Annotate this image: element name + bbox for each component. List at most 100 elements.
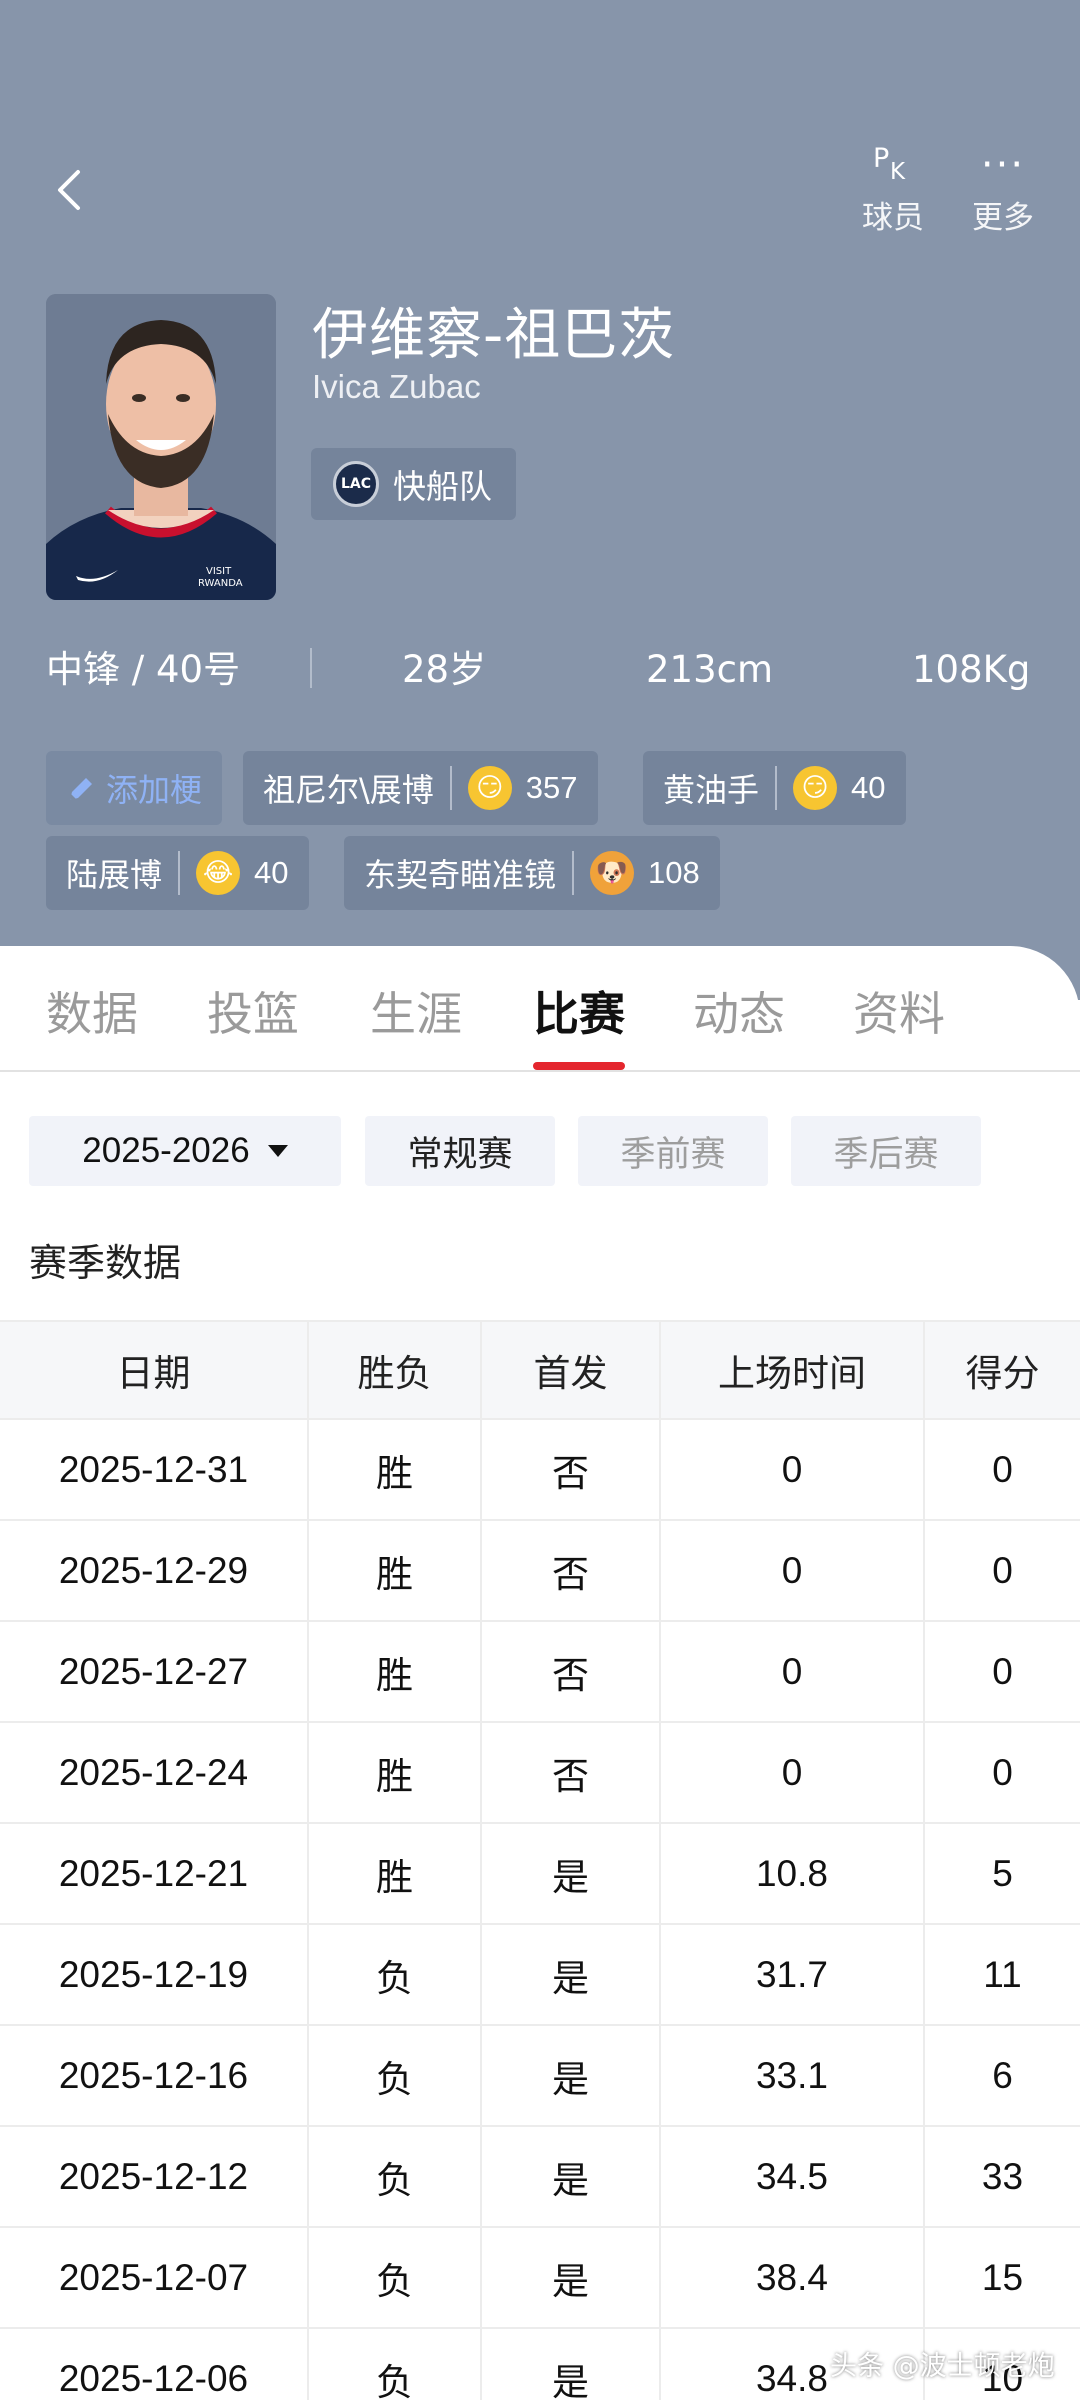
cell-starter: 是	[480, 2125, 661, 2228]
cell-minutes: 34.5	[659, 2125, 925, 2228]
smirk-emoji-icon: 😏	[793, 766, 838, 810]
cell-result: 负	[307, 2024, 482, 2127]
player-height: 213cm	[646, 648, 774, 691]
cell-minutes: 0	[659, 1721, 925, 1824]
tag-item[interactable]: 祖尼尔\展博 😏 357	[243, 751, 598, 825]
cell-starter: 否	[480, 1620, 661, 1723]
player-weight: 108Kg	[912, 648, 1031, 691]
cell-starter: 是	[480, 2226, 661, 2329]
tab-games[interactable]: 比赛	[533, 978, 625, 1044]
cell-starter: 是	[480, 1822, 661, 1925]
player-name: 伊维察-祖巴茨	[312, 303, 676, 368]
season-select[interactable]: 2025-2026	[29, 1116, 341, 1186]
info-divider	[310, 648, 312, 688]
pencil-icon	[70, 778, 92, 800]
table-row[interactable]: 2025-12-19 负 是 31.7 11	[0, 1923, 1080, 2026]
player-english-name: Ivica Zubac	[312, 368, 481, 405]
tag-item[interactable]: 黄油手 😏 40	[643, 751, 906, 825]
player-avatar: VISIT RWANDA	[46, 294, 276, 600]
cell-starter: 否	[480, 1418, 661, 1521]
cell-minutes: 0	[659, 1418, 925, 1521]
tab-career[interactable]: 生涯	[370, 978, 462, 1044]
tag-count: 357	[525, 770, 578, 805]
filter-regular-season[interactable]: 常规赛	[365, 1116, 555, 1186]
season-value: 2025-2026	[82, 1131, 250, 1170]
tab-bar: 数据 投篮 生涯 比赛 动态 资料	[0, 946, 1080, 1072]
tab-activity[interactable]: 动态	[693, 978, 785, 1044]
tab-shooting[interactable]: 投篮	[207, 978, 299, 1044]
team-button[interactable]: LAC 快船队	[311, 448, 516, 520]
filter-preseason[interactable]: 季前赛	[578, 1116, 768, 1186]
cell-points: 0	[923, 1620, 1080, 1723]
column-header-date: 日期	[0, 1320, 309, 1420]
cell-date: 2025-12-24	[0, 1721, 309, 1824]
column-header-points: 得分	[923, 1320, 1080, 1420]
tag-item[interactable]: 陆展博 😂 40	[46, 836, 309, 910]
cell-result: 胜	[307, 1519, 482, 1622]
cell-result: 负	[307, 1923, 482, 2026]
tag-item[interactable]: 东契奇瞄准镜 🐶 108	[344, 836, 720, 910]
cell-points: 11	[923, 1923, 1080, 2026]
cell-date: 2025-12-06	[0, 2327, 309, 2400]
pk-icon: PK	[873, 143, 906, 185]
cell-date: 2025-12-29	[0, 1519, 309, 1622]
svg-text:RWANDA: RWANDA	[198, 578, 243, 589]
cell-points: 0	[923, 1418, 1080, 1521]
tab-stats[interactable]: 数据	[46, 978, 138, 1044]
cell-date: 2025-12-07	[0, 2226, 309, 2329]
more-button[interactable]: ··· 更多	[948, 140, 1058, 237]
more-label: 更多	[972, 200, 1034, 236]
pk-label: 球员	[862, 200, 924, 236]
filter-playoffs[interactable]: 季后赛	[791, 1116, 981, 1186]
content-panel: 数据 投篮 生涯 比赛 动态 资料 2025-2026 常规赛 季前赛 季后赛 …	[0, 946, 1080, 2400]
player-age: 28岁	[402, 648, 487, 691]
cell-date: 2025-12-16	[0, 2024, 309, 2127]
cell-result: 胜	[307, 1418, 482, 1521]
pk-button[interactable]: PK 球员	[838, 140, 948, 237]
cell-starter: 是	[480, 2024, 661, 2127]
player-info-row: 中锋 / 40号 28岁 213cm 108Kg	[0, 640, 1080, 700]
cell-starter: 是	[480, 2327, 661, 2400]
tag-label: 祖尼尔\展博	[263, 771, 434, 809]
cell-points: 5	[923, 1822, 1080, 1925]
table-row[interactable]: 2025-12-21 胜 是 10.8 5	[0, 1822, 1080, 1925]
cell-date: 2025-12-31	[0, 1418, 309, 1521]
table-row[interactable]: 2025-12-16 负 是 33.1 6	[0, 2024, 1080, 2127]
add-tag-button[interactable]: 添加梗	[46, 751, 223, 825]
active-tab-indicator	[533, 1062, 625, 1070]
table-row[interactable]: 2025-12-31 胜 否 0 0	[0, 1418, 1080, 1521]
tag-count: 40	[254, 855, 289, 890]
cell-date: 2025-12-19	[0, 1923, 309, 2026]
back-button[interactable]	[44, 160, 94, 220]
team-logo-icon: LAC	[333, 461, 379, 507]
cell-date: 2025-12-12	[0, 2125, 309, 2228]
cell-date: 2025-12-21	[0, 1822, 309, 1925]
cell-minutes: 31.7	[659, 1923, 925, 2026]
table-row[interactable]: 2025-12-29 胜 否 0 0	[0, 1519, 1080, 1622]
column-header-minutes: 上场时间	[659, 1320, 925, 1420]
svg-text:VISIT: VISIT	[206, 566, 232, 577]
caret-down-icon	[267, 1145, 288, 1157]
cell-minutes: 0	[659, 1519, 925, 1622]
table-row[interactable]: 2025-12-07 负 是 38.4 15	[0, 2226, 1080, 2329]
cell-date: 2025-12-27	[0, 1620, 309, 1723]
tag-label: 黄油手	[663, 771, 760, 809]
table-row[interactable]: 2025-12-27 胜 否 0 0	[0, 1620, 1080, 1723]
player-header: PK 球员 ··· 更多 VISIT RWANDA 伊维察-祖巴茨 Ivica …	[0, 0, 1080, 1000]
laughing-emoji-icon: 😂	[196, 851, 241, 895]
tag-count: 40	[851, 770, 886, 805]
cell-minutes: 33.1	[659, 2024, 925, 2127]
tab-profile[interactable]: 资料	[853, 978, 945, 1044]
watermark: 头条 @波士顿老炮	[830, 2351, 1055, 2382]
smirk-emoji-icon: 😏	[467, 766, 512, 810]
doge-emoji-icon: 🐶	[590, 851, 635, 895]
cell-result: 胜	[307, 1822, 482, 1925]
table-row[interactable]: 2025-12-12 负 是 34.5 33	[0, 2125, 1080, 2228]
more-icon: ···	[980, 142, 1026, 188]
cell-minutes: 38.4	[659, 2226, 925, 2329]
table-row[interactable]: 2025-12-24 胜 否 0 0	[0, 1721, 1080, 1824]
column-header-result: 胜负	[307, 1320, 482, 1420]
cell-result: 负	[307, 2226, 482, 2329]
tag-label: 陆展博	[66, 856, 163, 894]
cell-result: 胜	[307, 1620, 482, 1723]
